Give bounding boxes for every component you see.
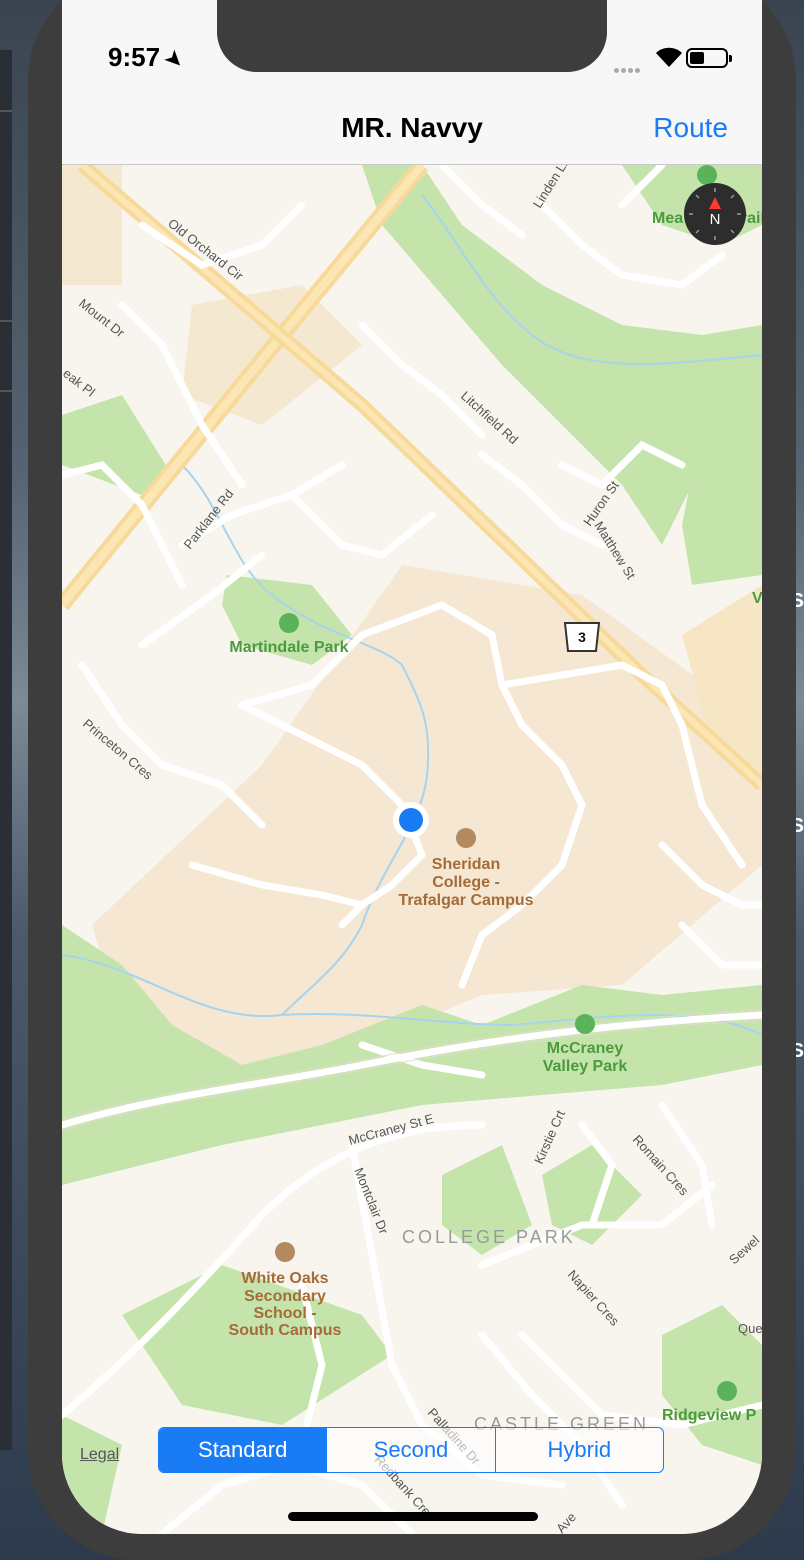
compass-north-label: N (710, 211, 721, 228)
map-label-school: Secondary (244, 1288, 326, 1305)
map-label-school: College - (432, 874, 500, 891)
map-label-street: Que (738, 1321, 762, 1336)
map-label-park: McCraney (547, 1040, 624, 1057)
battery-icon (686, 48, 732, 68)
map-label-school: Sheridan (432, 856, 500, 873)
map-label-school: South Campus (229, 1322, 342, 1339)
segment-hybrid[interactable]: Hybrid (496, 1428, 663, 1472)
wifi-icon (654, 44, 684, 70)
map-label-school: School - (253, 1305, 316, 1322)
map-label-park: Martindale Park (229, 639, 348, 656)
map-label-school: Trafalgar Campus (398, 892, 533, 909)
map-label-school: White Oaks (241, 1270, 328, 1287)
status-time: 9:57➤ (108, 42, 188, 74)
segment-second[interactable]: Second (327, 1428, 496, 1472)
location-arrow-icon: ➤ (160, 46, 188, 74)
background-window-edge (0, 50, 12, 1450)
cellular-signal-icon (614, 60, 648, 73)
segment-standard[interactable]: Standard (159, 1428, 328, 1472)
navigation-bar: MR. Navvy Route (62, 100, 762, 165)
legal-link[interactable]: Legal (80, 1446, 119, 1464)
map-label-park: Valley Park (543, 1058, 628, 1075)
map-label-neighbourhood: COLLEGE PARK (402, 1227, 576, 1247)
map-label-park: Ridgeview P (662, 1407, 757, 1424)
route-button[interactable]: Route (653, 112, 728, 144)
map-label-park: V (752, 590, 762, 607)
map-label-park: Mea (652, 210, 683, 227)
phone-screen: Martindale Park McCraney Valley Park Rid… (62, 0, 762, 1534)
compass-button[interactable]: N (684, 183, 746, 245)
map-view[interactable]: Martindale Park McCraney Valley Park Rid… (62, 165, 762, 1534)
map-type-segmented-control[interactable]: Standard Second Hybrid (158, 1427, 664, 1473)
home-indicator[interactable] (288, 1512, 538, 1521)
phone-notch (217, 0, 607, 72)
route-shield-label: 3 (578, 629, 586, 645)
